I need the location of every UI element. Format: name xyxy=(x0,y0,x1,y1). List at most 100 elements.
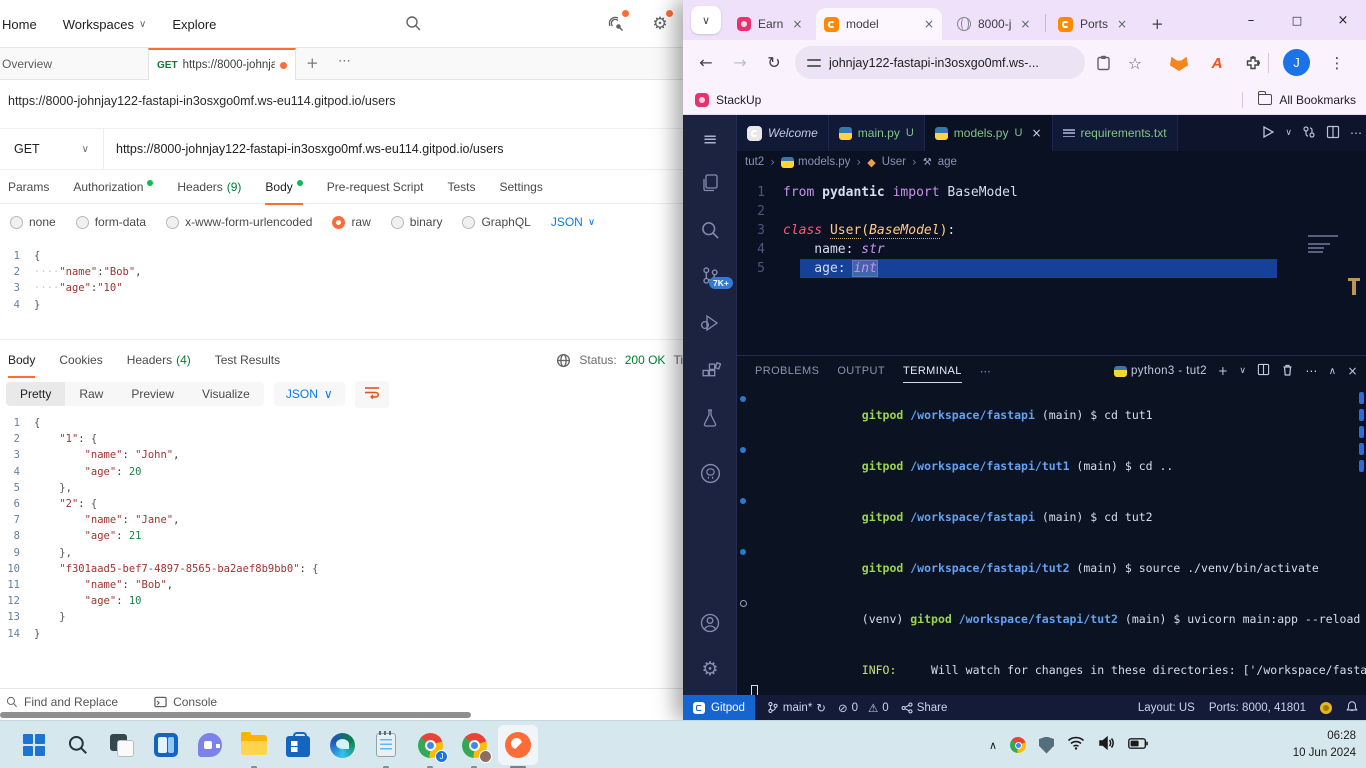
tab-search-button[interactable]: ∨ xyxy=(691,6,721,34)
close-icon[interactable]: × xyxy=(924,17,934,31)
tab-request-active[interactable]: GET https://8000-johnjay12 xyxy=(148,48,296,80)
browser-tab-earn[interactable]: Earn × xyxy=(729,8,810,40)
start-button[interactable] xyxy=(14,725,54,765)
extension-a-icon[interactable]: A xyxy=(1205,51,1229,75)
close-icon[interactable]: × xyxy=(1031,126,1041,140)
new-terminal-icon[interactable]: + xyxy=(1218,364,1228,378)
volume-icon[interactable] xyxy=(1098,736,1115,755)
more-actions-icon[interactable]: ⋯ xyxy=(1350,126,1362,140)
share-button[interactable]: Share xyxy=(901,702,948,714)
panel-more-icon[interactable]: ⋯ xyxy=(980,365,991,378)
explorer-icon[interactable] xyxy=(683,163,737,203)
run-dropdown-icon[interactable]: ∨ xyxy=(1285,128,1292,138)
nav-workspaces[interactable]: Workspaces∨ xyxy=(63,17,147,32)
view-raw[interactable]: Raw xyxy=(65,382,117,406)
tab-response-headers[interactable]: Headers(4) xyxy=(127,343,191,377)
chrome-profile1-icon[interactable]: J xyxy=(410,725,450,765)
response-body-editor[interactable]: 1 { 2 "1": { 3 "name": "John", 4 "age": … xyxy=(0,415,683,647)
back-button[interactable]: ← xyxy=(689,53,723,72)
minimize-button[interactable]: – xyxy=(1228,0,1274,40)
bookmark-stackup[interactable]: StackUp xyxy=(695,93,761,107)
view-visualize[interactable]: Visualize xyxy=(188,382,264,406)
minimap[interactable] xyxy=(1308,235,1344,261)
tab-requirements-txt[interactable]: requirements.txt xyxy=(1053,115,1178,151)
close-icon[interactable]: × xyxy=(792,17,802,31)
clipboard-icon[interactable] xyxy=(1091,51,1115,75)
microsoft-store-icon[interactable] xyxy=(278,725,318,765)
browser-tab-8000[interactable]: 8000-j × xyxy=(949,8,1038,40)
reload-button[interactable]: ↻ xyxy=(757,53,791,72)
method-select[interactable]: GET ∨ xyxy=(0,129,104,169)
github-icon[interactable] xyxy=(683,453,737,493)
kill-terminal-icon[interactable] xyxy=(1281,363,1294,380)
capture-icon[interactable] xyxy=(605,13,627,35)
body-format-select[interactable]: JSON∨ xyxy=(551,215,595,229)
profile-avatar[interactable]: J xyxy=(1283,49,1310,76)
bookmark-star-icon[interactable]: ☆ xyxy=(1123,51,1147,75)
radio-graphql[interactable]: GraphQL xyxy=(462,215,530,229)
menu-hamburger-icon[interactable]: ≡ xyxy=(683,119,737,159)
timer-icon[interactable] xyxy=(1320,702,1332,714)
chrome-profile2-icon[interactable] xyxy=(454,725,494,765)
tab-test-results[interactable]: Test Results xyxy=(215,343,280,377)
radio-form-data[interactable]: form-data xyxy=(76,215,146,229)
tab-terminal[interactable]: TERMINAL xyxy=(903,356,962,386)
new-tab-button[interactable]: + xyxy=(306,54,319,72)
chat-teams-icon[interactable] xyxy=(190,725,230,765)
ports-indicator[interactable]: Ports: 8000, 41801 xyxy=(1209,702,1306,714)
metamask-icon[interactable] xyxy=(1167,51,1191,75)
shell-label[interactable]: python3 - tut2 xyxy=(1114,365,1207,377)
address-bar[interactable]: johnjay122-fastapi-in3osxgo0mf.ws-... xyxy=(795,46,1085,79)
bell-icon[interactable] xyxy=(1346,700,1358,716)
tab-params[interactable]: Params xyxy=(8,170,49,204)
maximize-button[interactable]: □ xyxy=(1274,0,1320,40)
tab-body[interactable]: Body xyxy=(265,170,302,204)
settings-gear-icon[interactable]: ⚙ xyxy=(683,649,737,689)
gear-icon[interactable]: ⚙ xyxy=(649,13,671,35)
problems-indicator[interactable]: ⊘0 ⚠0 xyxy=(838,701,889,715)
radio-binary[interactable]: binary xyxy=(391,215,443,229)
browser-menu-icon[interactable]: ⋮ xyxy=(1325,51,1349,75)
terminal-output[interactable]: gitpod /workspace/fastapi (main) $ cd tu… xyxy=(751,390,1358,690)
branch-indicator[interactable]: main* ↻ xyxy=(767,701,826,715)
breadcrumb[interactable]: tut2 › models.py › ◆ User › ⚒ age xyxy=(745,151,957,173)
chrome-tray-icon[interactable] xyxy=(1010,737,1026,753)
tab-authorization[interactable]: Authorization xyxy=(73,170,153,204)
radio-urlencoded[interactable]: x-www-form-urlencoded xyxy=(166,215,312,229)
tab-settings[interactable]: Settings xyxy=(500,170,543,204)
account-icon[interactable] xyxy=(683,603,737,643)
tab-headers[interactable]: Headers(9) xyxy=(177,170,241,204)
widgets-icon[interactable] xyxy=(146,725,186,765)
source-control-icon[interactable]: 7K+ xyxy=(683,255,737,295)
file-explorer-icon[interactable] xyxy=(234,725,274,765)
close-icon[interactable]: × xyxy=(1020,17,1030,31)
security-shield-icon[interactable] xyxy=(1039,737,1054,754)
search-icon[interactable] xyxy=(405,15,422,37)
site-info-icon[interactable] xyxy=(807,57,821,69)
postman-taskbar-icon[interactable] xyxy=(498,725,538,765)
task-view-icon[interactable] xyxy=(102,725,142,765)
tab-output[interactable]: OUTPUT xyxy=(837,356,885,386)
split-editor-icon[interactable] xyxy=(1326,125,1340,142)
view-pretty[interactable]: Pretty xyxy=(6,382,65,406)
nav-home[interactable]: Home xyxy=(2,17,37,32)
maximize-panel-icon[interactable]: ∧ xyxy=(1329,366,1337,377)
split-terminal-icon[interactable] xyxy=(1257,363,1270,379)
tab-more-button[interactable]: ⋯ xyxy=(338,54,352,69)
radio-none[interactable]: none xyxy=(10,215,56,229)
wrap-lines-icon[interactable] xyxy=(355,381,389,408)
taskbar-clock[interactable]: 06:28 10 Jun 2024 xyxy=(1293,721,1356,768)
tab-tests[interactable]: Tests xyxy=(447,170,475,204)
tab-main-py[interactable]: main.py U xyxy=(829,115,925,151)
close-icon[interactable]: × xyxy=(1117,17,1127,31)
search-icon[interactable] xyxy=(683,210,737,250)
tab-problems[interactable]: PROBLEMS xyxy=(755,356,819,386)
gitpod-status-button[interactable]: Gitpod xyxy=(683,695,755,720)
code-editor[interactable]: 1 from pydantic import BaseModel 2 3 cla… xyxy=(737,173,1366,355)
run-python-button[interactable] xyxy=(1261,125,1275,142)
response-format-select[interactable]: JSON∨ xyxy=(274,382,345,406)
browser-tab-models[interactable]: model × xyxy=(816,8,942,40)
panel-more-icon[interactable]: ⋯ xyxy=(1305,364,1317,378)
new-tab-button[interactable]: + xyxy=(1143,8,1172,40)
open-changes-icon[interactable] xyxy=(1302,125,1316,142)
